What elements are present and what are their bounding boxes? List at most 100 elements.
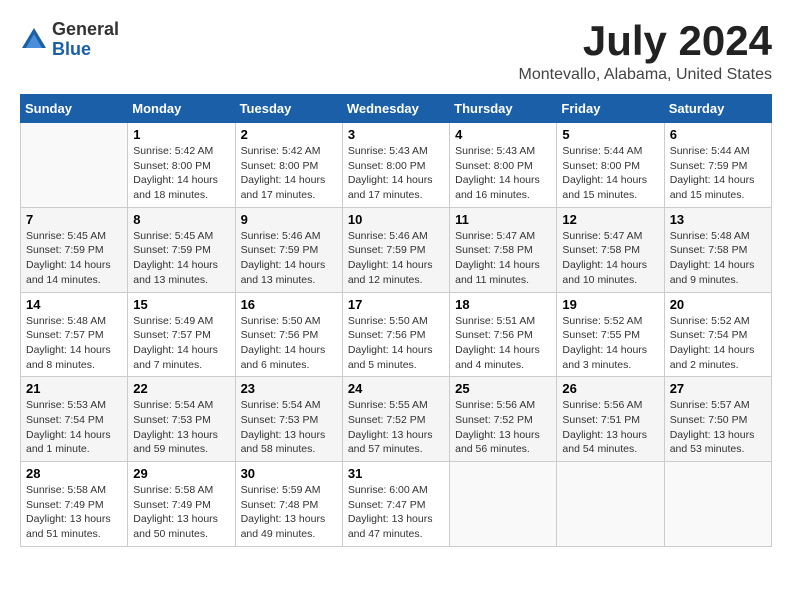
day-info: Sunrise: 5:55 AM Sunset: 7:52 PM Dayligh…: [348, 398, 444, 457]
day-number: 4: [455, 127, 551, 142]
day-number: 2: [241, 127, 337, 142]
calendar-week-row: 28Sunrise: 5:58 AM Sunset: 7:49 PM Dayli…: [21, 462, 772, 547]
calendar-cell: 2 Sunrise: 5:42 AM Sunset: 8:00 PM Daylig…: [235, 123, 342, 208]
calendar-cell: 4 Sunrise: 5:43 AM Sunset: 8:00 PM Daylig…: [450, 123, 557, 208]
page-header: General Blue July 2024 Montevallo, Alaba…: [20, 20, 772, 84]
calendar-cell: 30 Sunrise: 5:59 AM Sunset: 7:48 PM Dayli…: [235, 462, 342, 547]
day-info: Sunrise: 5:47 AM Sunset: 7:58 PM Dayligh…: [562, 229, 658, 288]
calendar-cell: 23 Sunrise: 5:54 AM Sunset: 7:53 PM Dayli…: [235, 377, 342, 462]
day-info: Sunrise: 5:56 AM Sunset: 7:51 PM Dayligh…: [562, 398, 658, 457]
calendar-cell: 7Sunrise: 5:45 AM Sunset: 7:59 PM Daylig…: [21, 207, 128, 292]
day-info: Sunrise: 5:59 AM Sunset: 7:48 PM Dayligh…: [241, 483, 337, 542]
calendar-cell: 29 Sunrise: 5:58 AM Sunset: 7:49 PM Dayli…: [128, 462, 235, 547]
day-number: 25: [455, 381, 551, 396]
day-number: 17: [348, 297, 444, 312]
day-number: 23: [241, 381, 337, 396]
day-number: 26: [562, 381, 658, 396]
day-of-week-header: Sunday: [21, 95, 128, 123]
day-info: Sunrise: 6:00 AM Sunset: 7:47 PM Dayligh…: [348, 483, 444, 542]
calendar-cell: [21, 123, 128, 208]
day-info: Sunrise: 5:42 AM Sunset: 8:00 PM Dayligh…: [241, 144, 337, 203]
day-info: Sunrise: 5:57 AM Sunset: 7:50 PM Dayligh…: [670, 398, 766, 457]
calendar-week-row: 1Sunrise: 5:42 AM Sunset: 8:00 PM Daylig…: [21, 123, 772, 208]
calendar-cell: 28Sunrise: 5:58 AM Sunset: 7:49 PM Dayli…: [21, 462, 128, 547]
calendar-cell: [557, 462, 664, 547]
calendar-cell: 9Sunrise: 5:46 AM Sunset: 7:59 PM Daylig…: [235, 207, 342, 292]
day-number: 6: [670, 127, 766, 142]
calendar-cell: 17 Sunrise: 5:50 AM Sunset: 7:56 PM Dayli…: [342, 292, 449, 377]
calendar-cell: 27 Sunrise: 5:57 AM Sunset: 7:50 PM Dayli…: [664, 377, 771, 462]
day-number: 8: [133, 212, 229, 227]
calendar-cell: [450, 462, 557, 547]
calendar-cell: 1Sunrise: 5:42 AM Sunset: 8:00 PM Daylig…: [128, 123, 235, 208]
calendar-week-row: 7 Sunrise: 5:45 AM Sunset: 7:59 PM Daylig…: [21, 207, 772, 292]
calendar-cell: 15Sunrise: 5:49 AM Sunset: 7:57 PM Dayli…: [128, 292, 235, 377]
calendar-cell: 12 Sunrise: 5:47 AM Sunset: 7:58 PM Dayli…: [557, 207, 664, 292]
location-subtitle: Montevallo, Alabama, United States: [519, 66, 772, 84]
day-info: Sunrise: 5:47 AM Sunset: 7:58 PM Dayligh…: [455, 229, 551, 288]
day-number: 20: [670, 297, 766, 312]
day-number: 27: [670, 381, 766, 396]
calendar-cell: 6 Sunrise: 5:44 AM Sunset: 7:59 PM Daylig…: [664, 123, 771, 208]
calendar-cell: 21Sunrise: 5:53 AM Sunset: 7:54 PM Dayli…: [21, 377, 128, 462]
calendar-cell: 18Sunrise: 5:51 AM Sunset: 7:56 PM Dayli…: [450, 292, 557, 377]
day-of-week-header: Thursday: [450, 95, 557, 123]
day-number: 16: [241, 297, 337, 312]
calendar-cell: 10 Sunrise: 5:46 AM Sunset: 7:59 PM Dayli…: [342, 207, 449, 292]
day-number: 29: [133, 466, 229, 481]
day-of-week-header: Friday: [557, 95, 664, 123]
day-info: Sunrise: 5:58 AM Sunset: 7:49 PM Dayligh…: [26, 483, 122, 542]
day-number: 10: [348, 212, 444, 227]
calendar-cell: 16 Sunrise: 5:50 AM Sunset: 7:56 PM Dayli…: [235, 292, 342, 377]
day-info: Sunrise: 5:50 AM Sunset: 7:56 PM Dayligh…: [241, 314, 337, 373]
logo: General Blue: [20, 20, 119, 60]
day-of-week-header: Wednesday: [342, 95, 449, 123]
day-info: Sunrise: 5:54 AM Sunset: 7:53 PM Dayligh…: [241, 398, 337, 457]
calendar-cell: [664, 462, 771, 547]
calendar-cell: 22Sunrise: 5:54 AM Sunset: 7:53 PM Dayli…: [128, 377, 235, 462]
day-info: Sunrise: 5:50 AM Sunset: 7:56 PM Dayligh…: [348, 314, 444, 373]
day-of-week-header: Saturday: [664, 95, 771, 123]
calendar-week-row: 21Sunrise: 5:53 AM Sunset: 7:54 PM Dayli…: [21, 377, 772, 462]
day-number: 3: [348, 127, 444, 142]
day-info: Sunrise: 5:44 AM Sunset: 7:59 PM Dayligh…: [670, 144, 766, 203]
calendar-cell: 25 Sunrise: 5:56 AM Sunset: 7:52 PM Dayli…: [450, 377, 557, 462]
day-info: Sunrise: 5:43 AM Sunset: 8:00 PM Dayligh…: [455, 144, 551, 203]
calendar-cell: 13Sunrise: 5:48 AM Sunset: 7:58 PM Dayli…: [664, 207, 771, 292]
calendar-cell: 24 Sunrise: 5:55 AM Sunset: 7:52 PM Dayli…: [342, 377, 449, 462]
calendar-week-row: 14Sunrise: 5:48 AM Sunset: 7:57 PM Dayli…: [21, 292, 772, 377]
logo-general: General: [52, 20, 119, 40]
day-number: 24: [348, 381, 444, 396]
day-number: 30: [241, 466, 337, 481]
day-number: 19: [562, 297, 658, 312]
calendar-cell: 8 Sunrise: 5:45 AM Sunset: 7:59 PM Daylig…: [128, 207, 235, 292]
day-of-week-header: Tuesday: [235, 95, 342, 123]
day-info: Sunrise: 5:45 AM Sunset: 7:59 PM Dayligh…: [133, 229, 229, 288]
logo-icon: [20, 26, 48, 54]
day-info: Sunrise: 5:56 AM Sunset: 7:52 PM Dayligh…: [455, 398, 551, 457]
day-number: 18: [455, 297, 551, 312]
day-info: Sunrise: 5:48 AM Sunset: 7:58 PM Dayligh…: [670, 229, 766, 288]
day-number: 31: [348, 466, 444, 481]
day-number: 14: [26, 297, 122, 312]
day-info: Sunrise: 5:58 AM Sunset: 7:49 PM Dayligh…: [133, 483, 229, 542]
day-number: 12: [562, 212, 658, 227]
calendar-table: SundayMondayTuesdayWednesdayThursdayFrid…: [20, 94, 772, 547]
day-info: Sunrise: 5:46 AM Sunset: 7:59 PM Dayligh…: [241, 229, 337, 288]
calendar-cell: 11Sunrise: 5:47 AM Sunset: 7:58 PM Dayli…: [450, 207, 557, 292]
month-year-title: July 2024: [519, 20, 772, 62]
day-number: 7: [26, 212, 122, 227]
day-number: 15: [133, 297, 229, 312]
day-info: Sunrise: 5:42 AM Sunset: 8:00 PM Dayligh…: [133, 144, 229, 203]
title-block: July 2024 Montevallo, Alabama, United St…: [519, 20, 772, 84]
day-number: 5: [562, 127, 658, 142]
day-of-week-header: Monday: [128, 95, 235, 123]
logo-blue: Blue: [52, 40, 119, 60]
day-info: Sunrise: 5:43 AM Sunset: 8:00 PM Dayligh…: [348, 144, 444, 203]
calendar-cell: 5Sunrise: 5:44 AM Sunset: 8:00 PM Daylig…: [557, 123, 664, 208]
calendar-cell: 3 Sunrise: 5:43 AM Sunset: 8:00 PM Daylig…: [342, 123, 449, 208]
calendar-cell: 19Sunrise: 5:52 AM Sunset: 7:55 PM Dayli…: [557, 292, 664, 377]
calendar-header-row: SundayMondayTuesdayWednesdayThursdayFrid…: [21, 95, 772, 123]
logo-text: General Blue: [52, 20, 119, 60]
day-info: Sunrise: 5:46 AM Sunset: 7:59 PM Dayligh…: [348, 229, 444, 288]
